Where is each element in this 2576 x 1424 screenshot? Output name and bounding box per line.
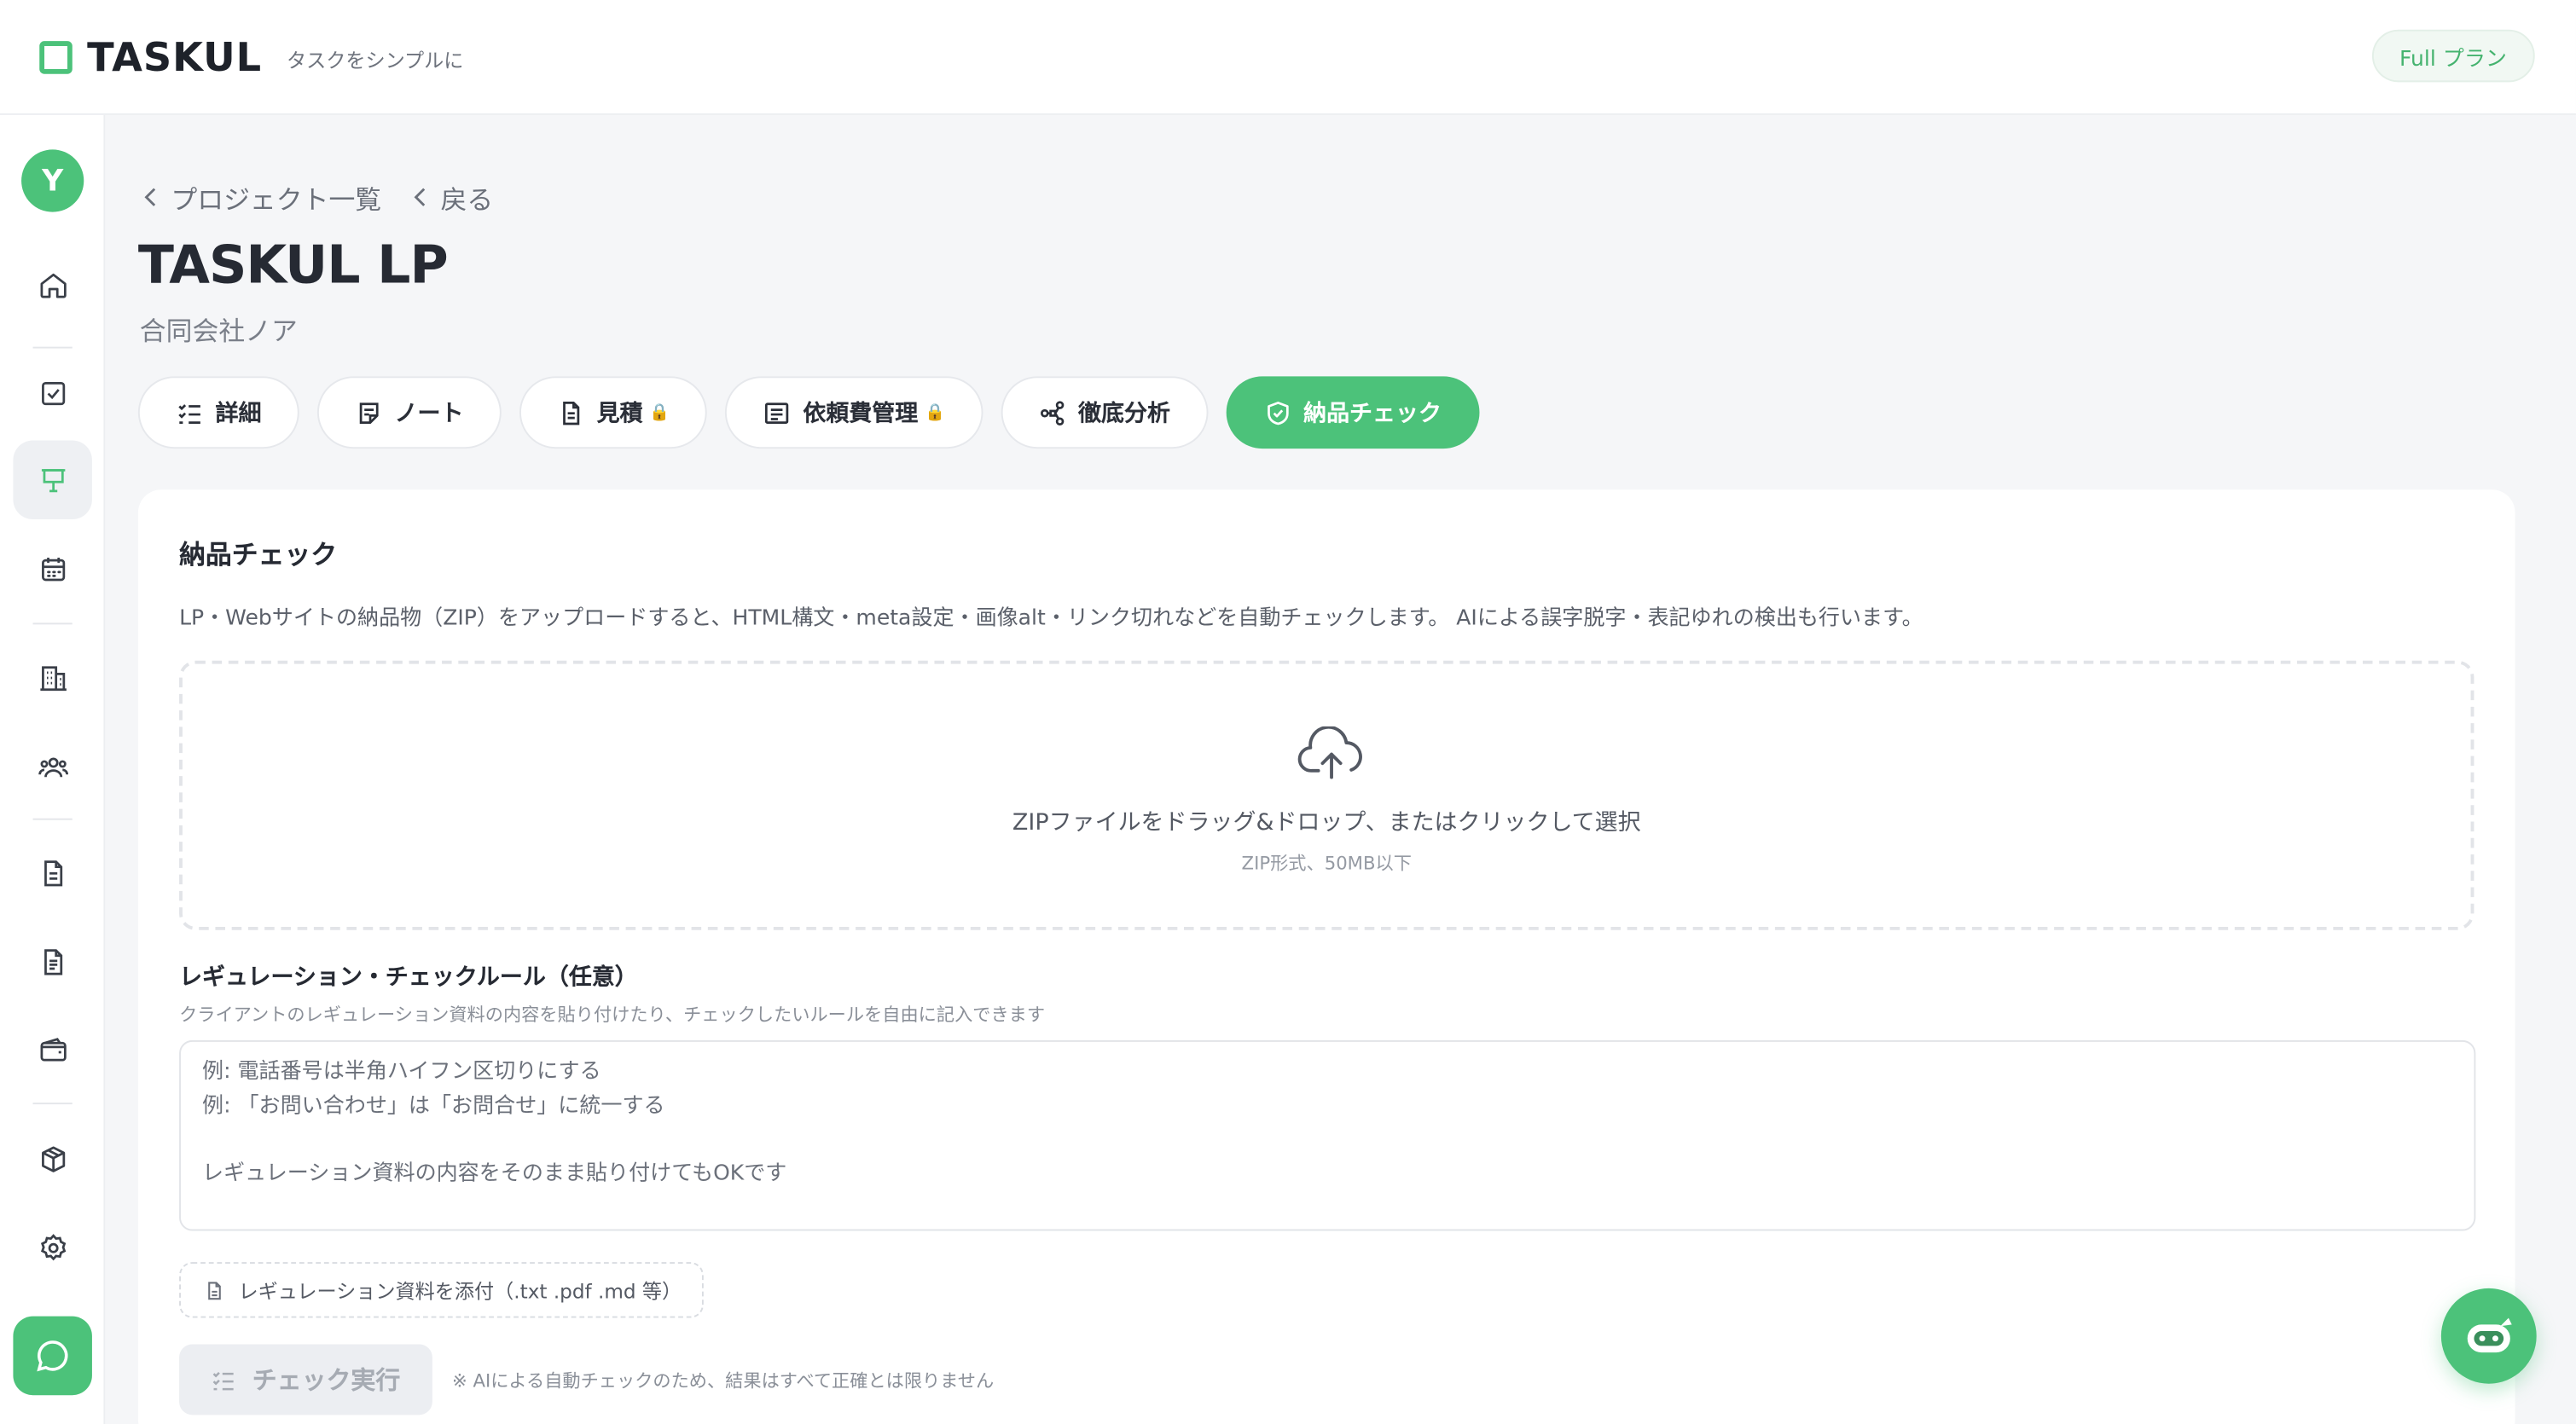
sidebar-item-tasks[interactable]: [13, 353, 92, 432]
avatar[interactable]: Y: [21, 149, 84, 212]
tab-details[interactable]: 詳細: [137, 376, 299, 449]
rules-help: クライアントのレギュレーション資料の内容を貼り付けたり、チェックしたいルールを自…: [179, 1004, 1046, 1026]
placeholder-line: 例: 「お問い合わせ」は「お問合せ」に統一する: [202, 1093, 665, 1119]
gear-icon: [40, 1233, 66, 1260]
dropzone-text: ZIPファイルをドラッグ&ドロップ、またはクリックして選択: [1012, 810, 1641, 836]
sidebar-item-projects[interactable]: [13, 440, 92, 519]
sidebar-item-invoices[interactable]: [13, 922, 92, 1001]
tab-delivery-check[interactable]: 納品チェック: [1226, 376, 1480, 449]
rules-title: レギュレーション・チェックルール（任意）: [179, 964, 638, 992]
chevron-left-icon: [414, 188, 426, 206]
run-check-button[interactable]: チェック実行: [179, 1344, 432, 1415]
sidebar-item-settings[interactable]: [13, 1207, 92, 1287]
document-icon: [563, 401, 580, 425]
tab-label: ノート: [394, 401, 464, 428]
sidebar-item-wallet[interactable]: [13, 1010, 92, 1090]
building-icon: [39, 665, 66, 691]
placeholder-line: 例: 電話番号は半角ハイフン区切りにする: [202, 1060, 601, 1085]
top-header: TASKUL タスクをシンプルに Full プラン: [0, 0, 2576, 115]
package-icon: [41, 1145, 65, 1172]
file-icon: [208, 1281, 221, 1300]
tab-label: 見積: [596, 401, 643, 428]
calendar-icon: [41, 557, 65, 581]
graph-nodes-icon: [1040, 400, 1065, 425]
attach-label: レギュレーション資料を添付（.txt .pdf .md 等）: [238, 1279, 682, 1303]
tab-estimate[interactable]: 見積 🔒: [519, 376, 708, 449]
chevron-left-icon: [144, 188, 156, 206]
sidebar-item-clients[interactable]: [13, 638, 92, 717]
invoice-icon: [44, 948, 62, 975]
breadcrumb-project-list[interactable]: プロジェクト一覧: [142, 177, 381, 217]
tab-label: 徹底分析: [1078, 401, 1170, 428]
sidebar-item-home[interactable]: [13, 245, 92, 324]
delivery-check-card: 納品チェック LP・Webサイトの納品物（ZIP）をアップロードすると、HTML…: [137, 489, 2515, 1424]
tab-request-fees[interactable]: 依頼費管理 🔒: [725, 376, 983, 449]
chat-bubble-icon: [37, 1340, 68, 1372]
page-title: TASKUL LP: [137, 233, 449, 296]
sidebar-item-members[interactable]: [13, 726, 92, 806]
tab-analysis[interactable]: 徹底分析: [1001, 376, 1209, 449]
list-check-icon: [213, 1370, 235, 1390]
document-icon: [44, 860, 62, 886]
sidebar-item-documents[interactable]: [13, 833, 92, 912]
logo-text: TASKUL: [87, 33, 263, 80]
users-icon: [38, 756, 68, 777]
section-title: 納品チェック: [179, 539, 338, 570]
shield-check-icon: [1267, 401, 1289, 425]
sidebar-item-packages[interactable]: [13, 1119, 92, 1198]
sidebar-divider: [32, 622, 73, 625]
app-root: TASKUL タスクをシンプルに Full プラン Y プロジェクト一覧 戻る …: [0, 0, 2576, 1424]
wallet-icon: [39, 1037, 66, 1061]
cloud-upload-icon: [1297, 726, 1362, 779]
sidebar-item-calendar[interactable]: [13, 530, 92, 609]
robot-assistant-icon: [2467, 1317, 2512, 1353]
sidebar: Y: [0, 114, 106, 1424]
note-icon: [359, 402, 379, 424]
home-icon: [39, 272, 66, 298]
message-square-icon: [765, 402, 790, 424]
run-label: チェック実行: [252, 1365, 401, 1396]
placeholder-line: レギュレーション資料の内容をそのまま貼り付けてもOKです: [202, 1161, 787, 1186]
plan-badge[interactable]: Full プラン: [2371, 29, 2535, 83]
attach-regulation-button[interactable]: レギュレーション資料を添付（.txt .pdf .md 等）: [179, 1262, 704, 1318]
sidebar-divider: [32, 818, 73, 820]
placeholder-line: [202, 1124, 2452, 1158]
tab-label: 依頼費管理: [803, 401, 919, 428]
logo-mark-icon: [39, 40, 73, 73]
tagline: タスクをシンプルに: [286, 48, 464, 72]
dropzone-subtext: ZIP形式、50MB以下: [1241, 853, 1412, 875]
breadcrumb-label: プロジェクト一覧: [171, 183, 382, 216]
project-tabs: 詳細 ノート 見積 🔒 依頼費管理 🔒 徹底分析 納品チェック: [137, 376, 1498, 449]
logo[interactable]: TASKUL タスクをシンプルに: [39, 33, 464, 80]
presentation-board-icon: [40, 468, 65, 492]
rules-textarea[interactable]: 例: 電話番号は半角ハイフン区切りにする 例: 「お問い合わせ」は「お問合せ」に…: [179, 1039, 2476, 1231]
disclaimer: ※ AIによる自動チェックのため、結果はすべて正確とは限りません: [451, 1370, 995, 1392]
lock-icon: 🔒: [649, 403, 670, 422]
list-check-icon: [178, 403, 200, 424]
tab-label: 納品チェック: [1303, 401, 1442, 428]
sidebar-divider: [32, 1103, 73, 1105]
tab-notes[interactable]: ノート: [316, 376, 502, 449]
zip-dropzone[interactable]: ZIPファイルをドラッグ&ドロップ、またはクリックして選択 ZIP形式、50MB…: [179, 660, 2474, 930]
breadcrumb-label: 戻る: [440, 183, 494, 216]
lock-icon: 🔒: [924, 403, 945, 422]
chat-button[interactable]: [13, 1316, 92, 1396]
breadcrumb: プロジェクト一覧 戻る: [142, 177, 523, 217]
assistant-fab[interactable]: [2440, 1288, 2537, 1384]
breadcrumb-back[interactable]: 戻る: [411, 177, 493, 217]
checkbox-icon: [41, 381, 65, 405]
tab-label: 詳細: [215, 401, 262, 428]
sidebar-divider: [32, 346, 73, 349]
client-name: 合同会社ノア: [139, 315, 298, 347]
section-description: LP・Webサイトの納品物（ZIP）をアップロードすると、HTML構文・meta…: [179, 606, 1923, 632]
